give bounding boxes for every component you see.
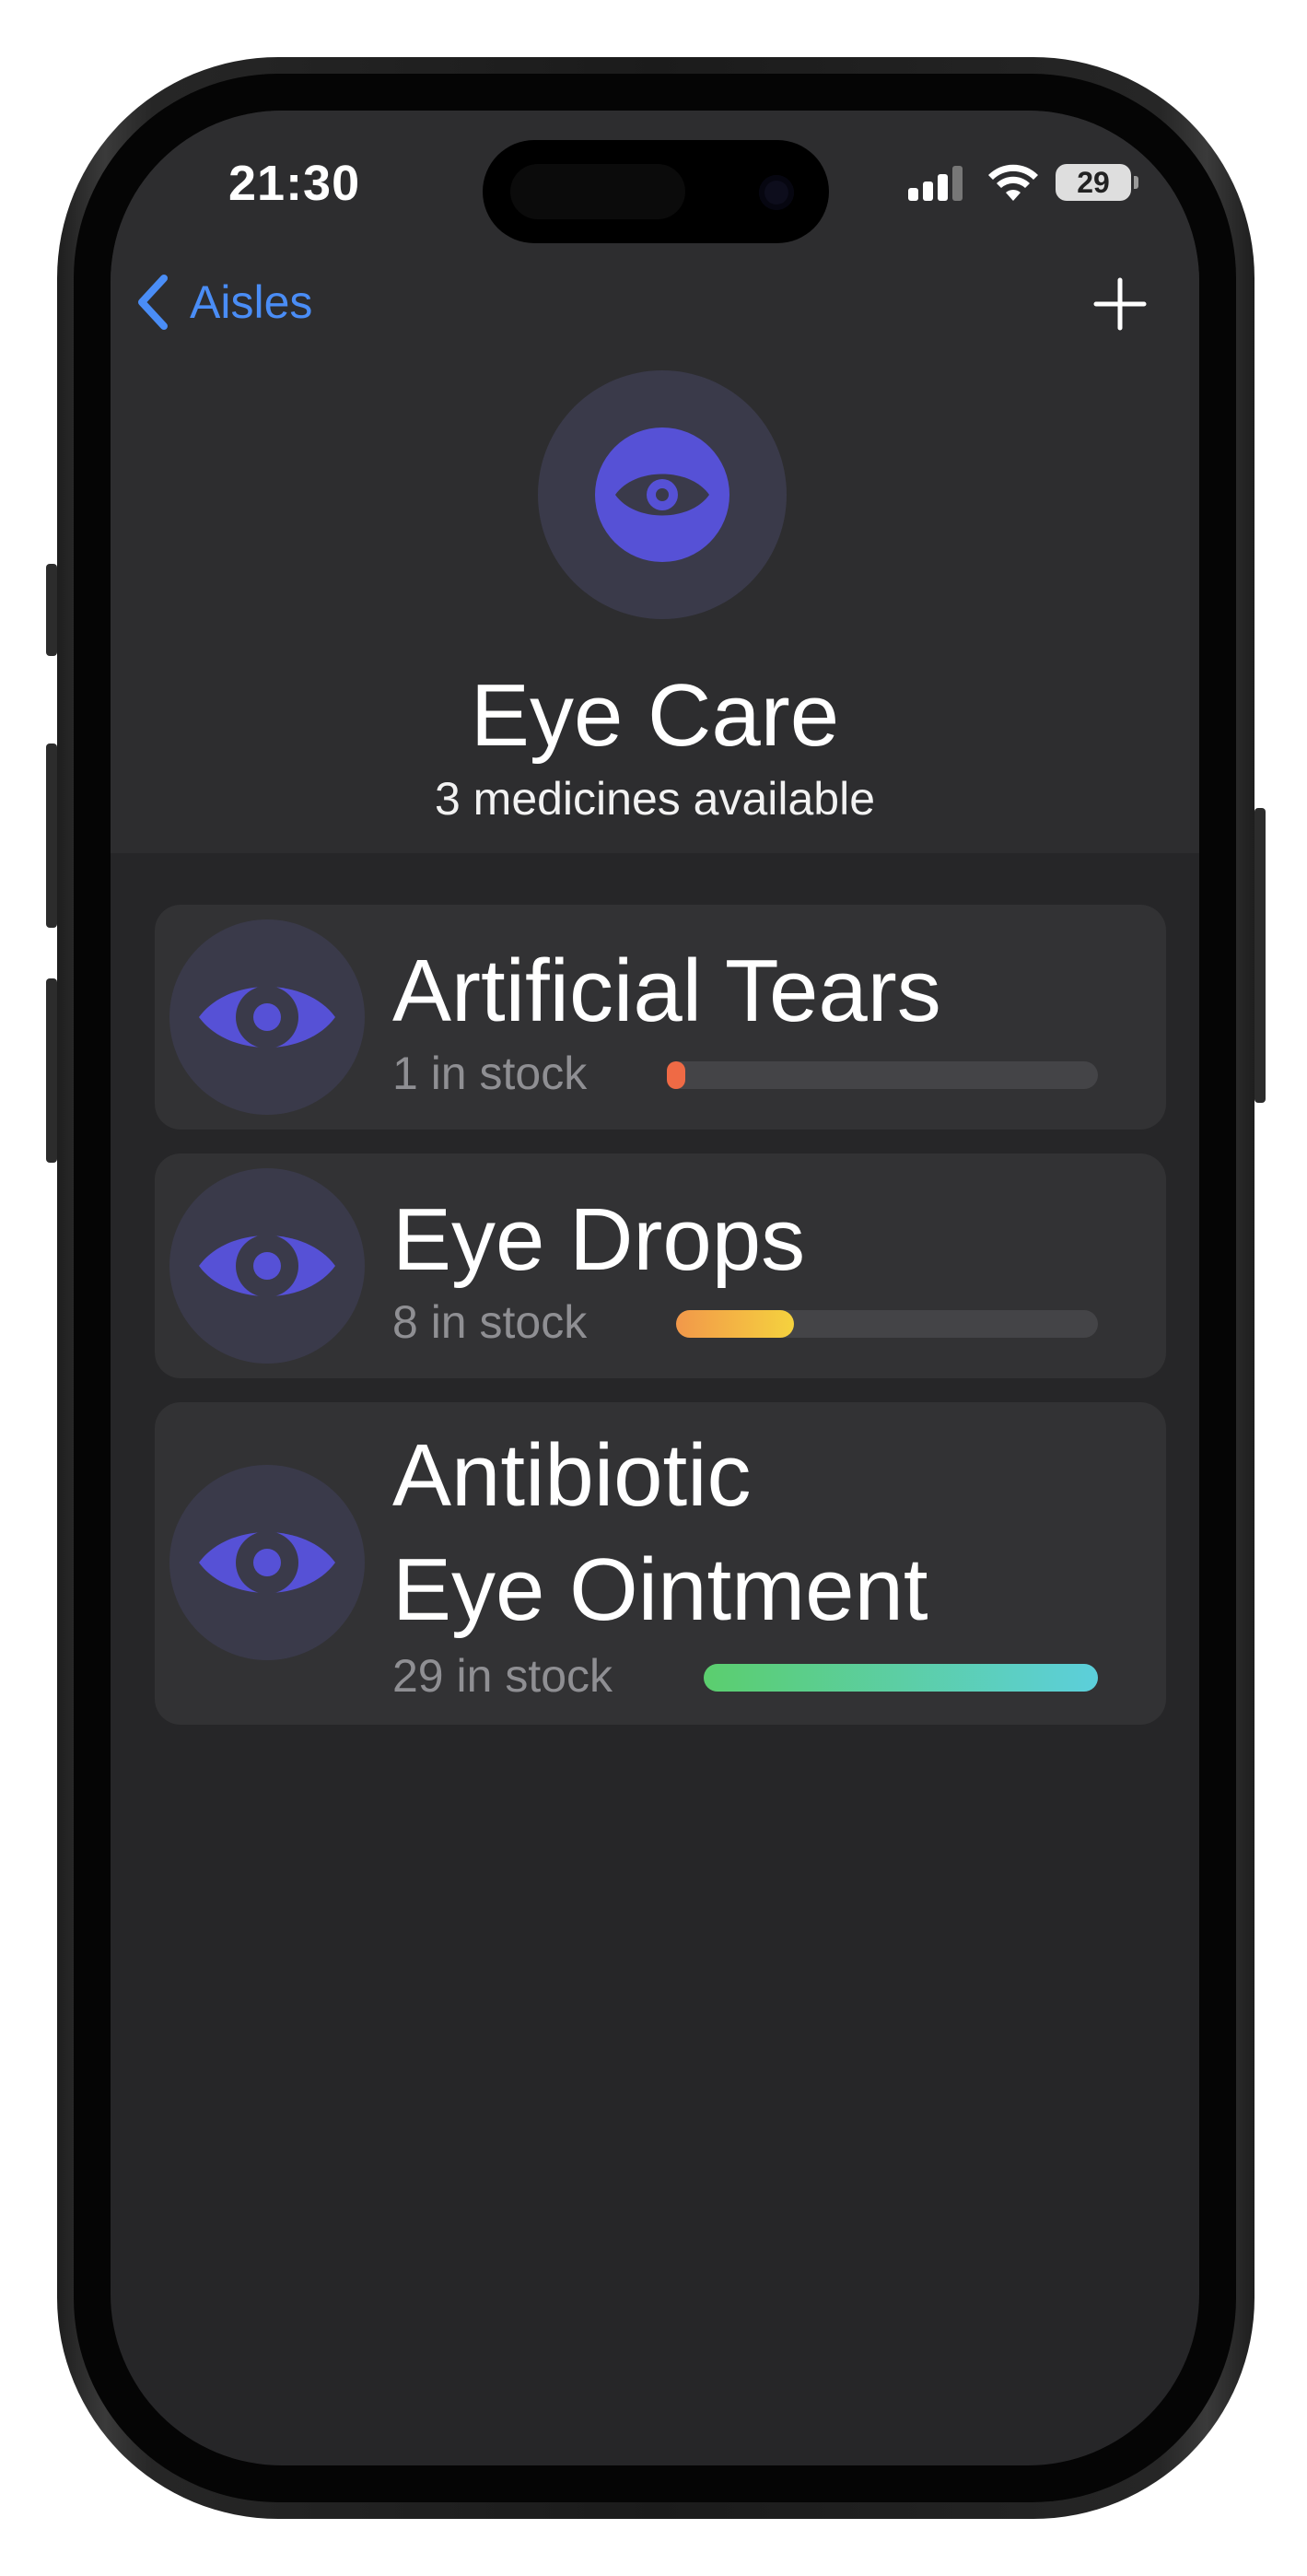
medicine-card[interactable]: Antibiotic Eye Ointment 29 in stock: [155, 1402, 1166, 1725]
status-time: 21:30: [228, 156, 361, 211]
battery-level: 29: [1077, 166, 1110, 199]
medicine-name-line: Eye Ointment: [392, 1540, 928, 1639]
back-label: Aisles: [190, 276, 313, 328]
cellular-signal-icon: [908, 164, 967, 201]
battery-icon: 29: [1056, 164, 1138, 201]
medicine-icon-badge: [169, 1168, 365, 1364]
stock-bar-fill: [667, 1061, 685, 1089]
stock-bar-fill: [704, 1664, 1098, 1692]
stock-count: 8 in stock: [392, 1296, 588, 1348]
medicine-name: Artificial Tears: [392, 942, 941, 1040]
volume-down-button: [46, 978, 57, 1163]
medicine-name: Eye Drops: [392, 1190, 806, 1289]
chevron-left-icon: [138, 275, 168, 330]
eye-icon: [199, 1531, 335, 1594]
dynamic-island: [483, 140, 829, 243]
stock-count: 29 in stock: [392, 1650, 613, 1702]
screen: 21:30 29 Aisles Eye Care 3 medicines ava…: [111, 111, 1199, 2465]
medicine-name-line: Antibiotic: [392, 1426, 752, 1525]
category-icon-inner: [595, 427, 729, 562]
wifi-icon: [988, 164, 1038, 201]
front-camera: [759, 175, 794, 210]
stock-bar: [704, 1664, 1098, 1692]
eye-icon: [199, 1235, 335, 1297]
page-title: Eye Care: [470, 666, 840, 765]
medicine-name: Antibiotic Eye Ointment: [392, 1419, 928, 1647]
category-icon-badge: [538, 370, 787, 619]
medicine-card[interactable]: Eye Drops 8 in stock: [155, 1153, 1166, 1378]
volume-up-button: [46, 744, 57, 928]
plus-icon: [1093, 277, 1147, 331]
island-sensor: [510, 164, 685, 219]
power-button: [1254, 808, 1266, 1103]
stock-bar: [676, 1310, 1098, 1338]
medicine-card[interactable]: Artificial Tears 1 in stock: [155, 905, 1166, 1130]
medicine-icon-badge: [169, 919, 365, 1115]
back-button[interactable]: Aisles: [134, 273, 312, 332]
page-subtitle: 3 medicines available: [434, 773, 876, 825]
stock-count: 1 in stock: [392, 1048, 588, 1099]
stock-bar: [667, 1061, 1098, 1089]
eye-icon: [199, 986, 335, 1048]
action-button: [46, 564, 57, 656]
medicine-icon-badge: [169, 1465, 365, 1660]
add-button[interactable]: [1092, 276, 1148, 332]
eye-icon: [615, 474, 709, 516]
stock-bar-fill: [676, 1310, 795, 1338]
